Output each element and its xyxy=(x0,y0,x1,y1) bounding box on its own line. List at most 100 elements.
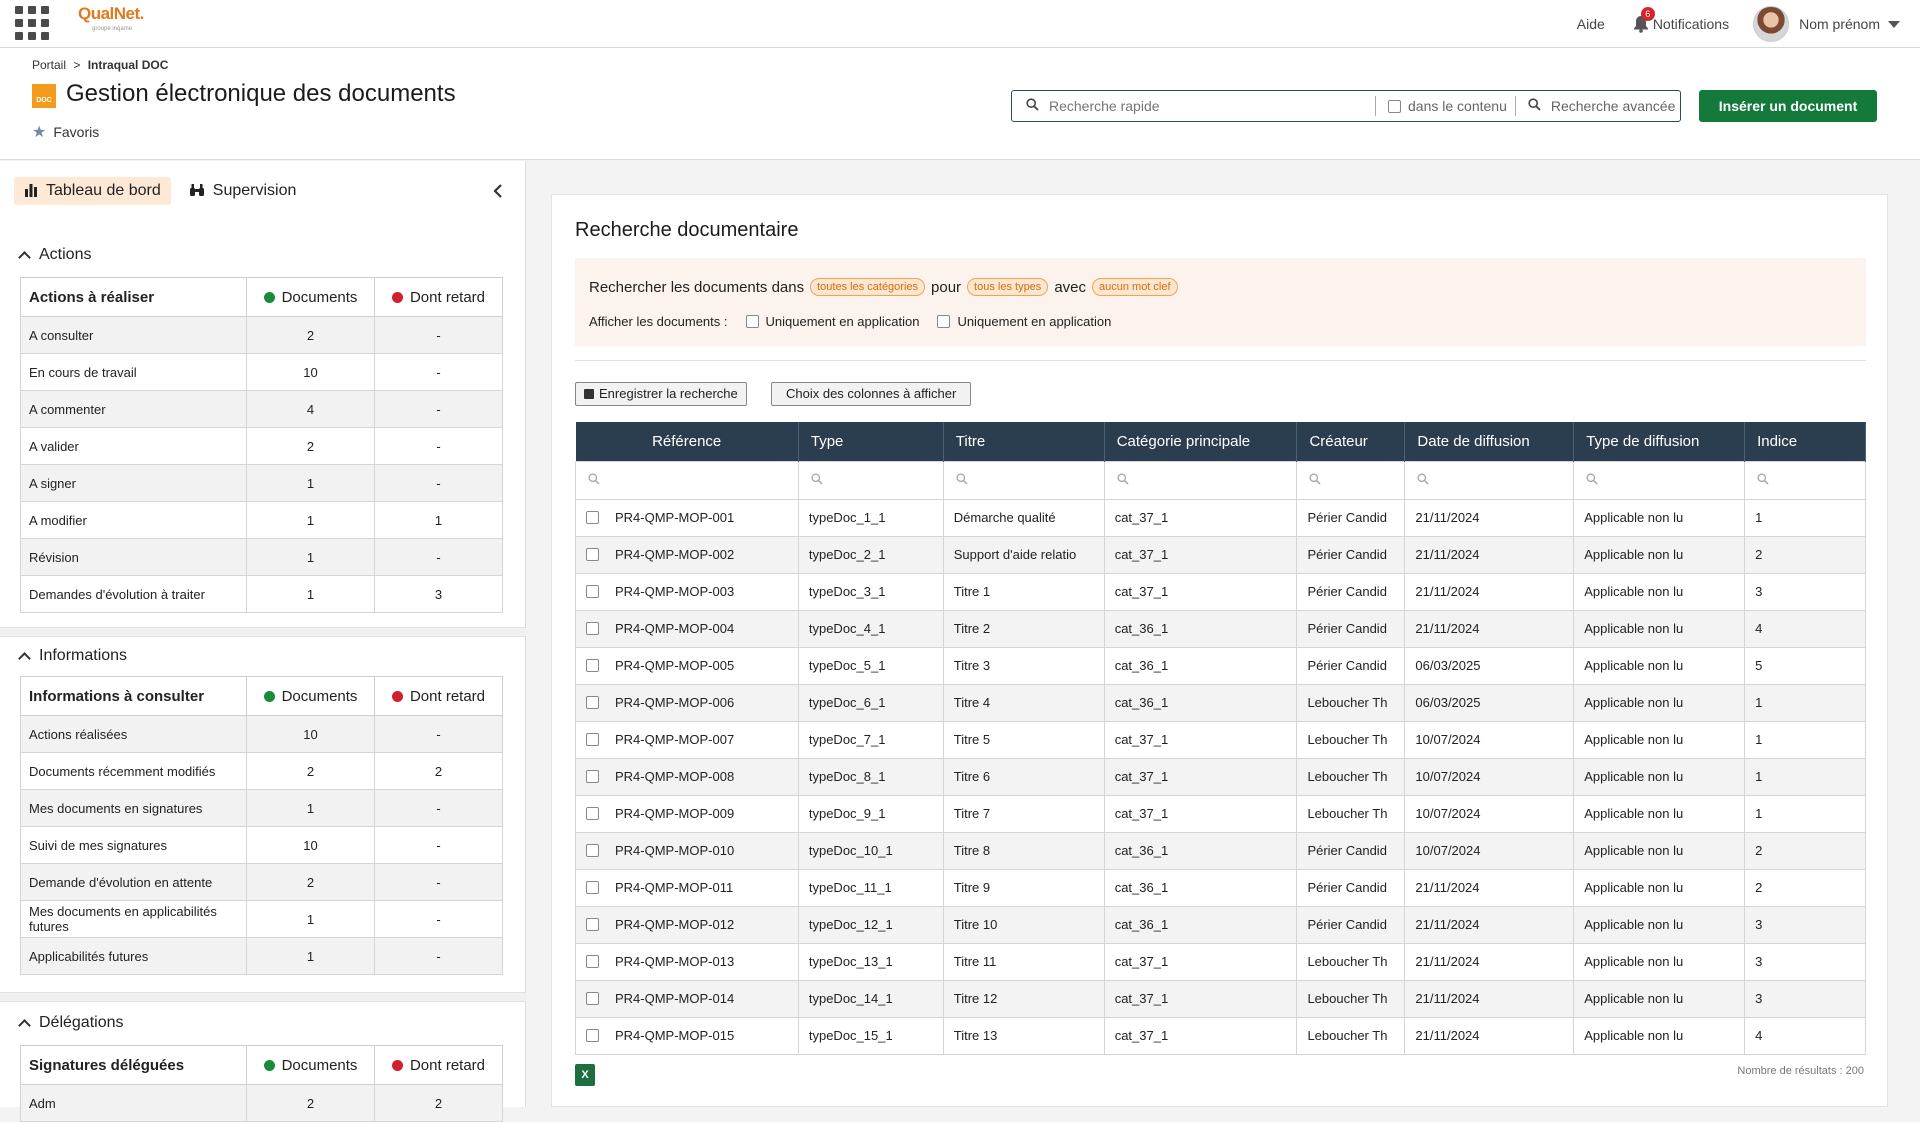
column-header-title[interactable]: Titre xyxy=(943,422,1105,461)
row-checkbox[interactable] xyxy=(586,659,599,672)
table-row[interactable]: PR4-QMP-MOP-002 typeDoc_2_1 Support d'aide… xyxy=(575,535,1866,574)
informations-section-toggle[interactable]: Informations xyxy=(18,647,127,665)
favorites-toggle[interactable]: ★ Favoris xyxy=(32,122,99,142)
cell-creator: Périer Candid xyxy=(1296,572,1406,611)
dashboard-row[interactable]: A consulter 2- xyxy=(20,316,503,354)
dashboard-row[interactable]: Demandes d'évolution à traiter 1 3 xyxy=(20,575,503,613)
row-checkbox[interactable] xyxy=(586,548,599,561)
dashboard-row[interactable]: Applicabilités futures 1- xyxy=(20,937,503,975)
table-row[interactable]: PR4-QMP-MOP-005 typeDoc_5_1 Titre 3 cat_36_… xyxy=(575,646,1866,685)
search-icon xyxy=(1026,98,1039,114)
in-application-option-2[interactable]: Uniquement en application xyxy=(937,314,1111,329)
row-checkbox[interactable] xyxy=(586,585,599,598)
dashboard-row[interactable]: Révision 1- xyxy=(20,538,503,576)
keywords-filter-pill[interactable]: aucun mot clef xyxy=(1092,278,1178,296)
column-header-release-date[interactable]: Date de diffusion xyxy=(1404,422,1575,461)
dashboard-row[interactable]: Demande d'évolution en attente 2- xyxy=(20,863,503,901)
dashboard-row[interactable]: Adm 2 2 xyxy=(20,1084,503,1122)
user-avatar[interactable] xyxy=(1753,6,1790,42)
excel-export-icon[interactable]: X xyxy=(575,1064,595,1086)
delegations-section-toggle[interactable]: Délégations xyxy=(18,1014,124,1032)
table-row[interactable]: PR4-QMP-MOP-001 typeDoc_1_1 Démarche quali… xyxy=(575,498,1866,537)
row-checkbox[interactable] xyxy=(586,807,599,820)
tab-dashboard[interactable]: Tableau de bord xyxy=(14,177,171,205)
column-filter-type[interactable] xyxy=(797,460,944,500)
advanced-search-button[interactable]: Recherche avancée xyxy=(1528,98,1675,114)
table-row[interactable]: PR4-QMP-MOP-004 typeDoc_4_1 Titre 2 cat_36_… xyxy=(575,609,1866,648)
table-row[interactable]: PR4-QMP-MOP-012 typeDoc_12_1 Titre 10 cat_3… xyxy=(575,905,1866,944)
choose-columns-button[interactable]: Choix des colonnes à afficher xyxy=(771,382,972,406)
row-checkbox[interactable] xyxy=(586,696,599,709)
documents-column-header: Documents xyxy=(246,1045,375,1085)
insert-document-button[interactable]: Insérer un document xyxy=(1699,90,1877,122)
row-checkbox[interactable] xyxy=(586,844,599,857)
table-row[interactable]: PR4-QMP-MOP-014 typeDoc_14_1 Titre 12 cat_3… xyxy=(575,979,1866,1018)
row-checkbox[interactable] xyxy=(586,881,599,894)
dashboard-row[interactable]: Documents récemment modifiés 2 2 xyxy=(20,752,503,790)
dashboard-row[interactable]: Actions réalisées 10- xyxy=(20,715,503,753)
dashboard-row[interactable]: Mes documents en signatures 1- xyxy=(20,789,503,827)
app-grid-icon[interactable] xyxy=(15,6,49,40)
row-checkbox[interactable] xyxy=(586,770,599,783)
in-content-checkbox[interactable] xyxy=(1388,99,1401,113)
quick-search-input[interactable] xyxy=(1047,97,1367,115)
row-checkbox[interactable] xyxy=(586,918,599,931)
table-row[interactable]: PR4-QMP-MOP-011 typeDoc_11_1 Titre 9 cat_36… xyxy=(575,868,1866,907)
table-row[interactable]: PR4-QMP-MOP-007 typeDoc_7_1 Titre 5 cat_37_… xyxy=(575,720,1866,759)
column-filter-title[interactable] xyxy=(942,460,1105,500)
table-row[interactable]: PR4-QMP-MOP-006 typeDoc_6_1 Titre 4 cat_36_… xyxy=(575,683,1866,722)
column-header-main-category[interactable]: Catégorie principale xyxy=(1104,422,1298,461)
dashboard-row[interactable]: A modifier 1 1 xyxy=(20,501,503,539)
dashboard-row[interactable]: A commenter 4- xyxy=(20,390,503,428)
dashboard-row[interactable]: En cours de travail 10- xyxy=(20,353,503,391)
checkbox[interactable] xyxy=(745,315,759,328)
row-checkbox[interactable] xyxy=(586,733,599,746)
table-row[interactable]: PR4-QMP-MOP-013 typeDoc_13_1 Titre 11 cat_3… xyxy=(575,942,1866,981)
qualnet-logo[interactable]: QualNet. groupe inqame xyxy=(78,4,158,44)
dashboard-row[interactable]: Mes documents en applicabilités futures 1… xyxy=(20,900,503,938)
collapse-sidebar-icon[interactable] xyxy=(492,183,504,204)
user-name[interactable]: Nom prénom xyxy=(1799,16,1880,32)
column-header-type[interactable]: Type xyxy=(798,422,944,461)
column-filter-release-date[interactable] xyxy=(1404,460,1575,500)
row-checkbox[interactable] xyxy=(586,955,599,968)
types-filter-pill[interactable]: tous les types xyxy=(967,278,1049,296)
cell-title: Titre 13 xyxy=(942,1016,1105,1055)
column-filter-creator[interactable] xyxy=(1296,460,1406,500)
table-row[interactable]: PR4-QMP-MOP-003 typeDoc_3_1 Titre 1 cat_37_… xyxy=(575,572,1866,611)
categories-filter-pill[interactable]: toutes les catégories xyxy=(810,278,926,296)
help-link[interactable]: Aide xyxy=(1577,16,1605,32)
reference-text: PR4-QMP-MOP-013 xyxy=(615,954,735,969)
row-checkbox[interactable] xyxy=(586,622,599,635)
column-header-creator[interactable]: Créateur xyxy=(1296,422,1406,461)
save-search-button[interactable]: Enregistrer la recherche xyxy=(575,382,747,406)
actions-section-toggle[interactable]: Actions xyxy=(18,246,91,264)
row-checkbox[interactable] xyxy=(586,511,599,524)
cell-creator: Leboucher Th xyxy=(1296,757,1406,796)
table-row[interactable]: PR4-QMP-MOP-015 typeDoc_15_1 Titre 13 cat_3… xyxy=(575,1016,1866,1055)
column-filter-index[interactable] xyxy=(1744,460,1866,500)
row-checkbox[interactable] xyxy=(586,1029,599,1042)
column-header-reference[interactable]: Référence xyxy=(575,422,799,461)
dashboard-row[interactable]: A valider 2- xyxy=(20,427,503,465)
breadcrumb-portal[interactable]: Portail xyxy=(32,58,66,72)
chevron-down-icon[interactable] xyxy=(1888,20,1900,28)
column-filter-reference[interactable] xyxy=(575,460,799,500)
table-row[interactable]: PR4-QMP-MOP-009 typeDoc_9_1 Titre 7 cat_37_… xyxy=(575,794,1866,833)
column-header-release-type[interactable]: Type de diffusion xyxy=(1573,422,1746,461)
cell-index: 5 xyxy=(1744,646,1866,685)
checkbox[interactable] xyxy=(937,315,951,328)
in-application-option-1[interactable]: Uniquement en application xyxy=(745,314,919,329)
tab-supervision[interactable]: Supervision xyxy=(179,177,307,205)
row-checkbox[interactable] xyxy=(586,992,599,1005)
dashboard-row[interactable]: A signer 1- xyxy=(20,464,503,502)
table-row[interactable]: PR4-QMP-MOP-008 typeDoc_8_1 Titre 6 cat_37_… xyxy=(575,757,1866,796)
cell-reference: PR4-QMP-MOP-008 xyxy=(575,757,799,796)
dashboard-row[interactable]: Suivi de mes signatures 10- xyxy=(20,826,503,864)
notifications-button[interactable]: 6 Notifications xyxy=(1633,7,1729,33)
column-filter-release-type[interactable] xyxy=(1573,460,1746,500)
column-header-index[interactable]: Indice xyxy=(1744,422,1866,461)
cell-type: typeDoc_8_1 xyxy=(797,757,944,796)
table-row[interactable]: PR4-QMP-MOP-010 typeDoc_10_1 Titre 8 cat_36… xyxy=(575,831,1866,870)
column-filter-main-category[interactable] xyxy=(1103,460,1298,500)
